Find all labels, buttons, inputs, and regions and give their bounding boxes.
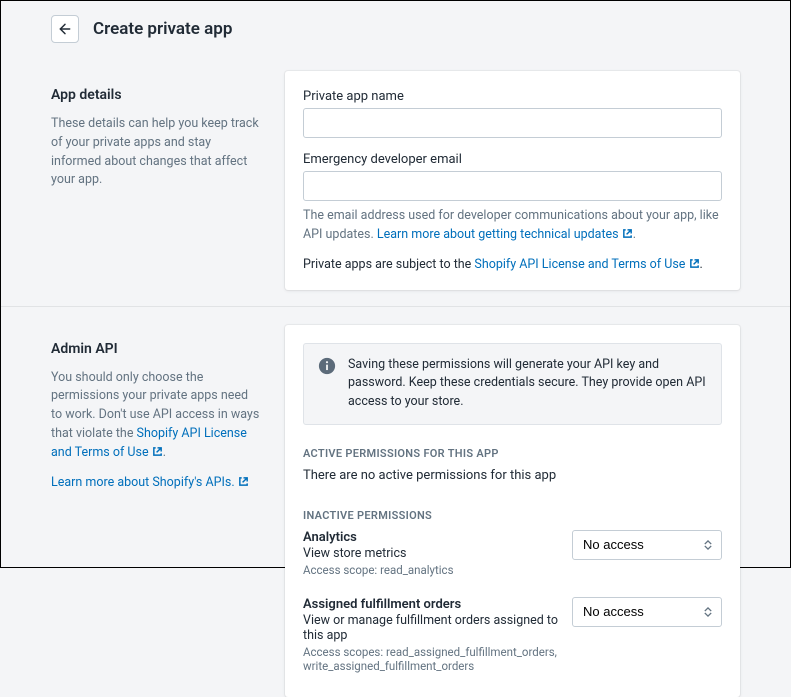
- section-admin-api: Admin API You should only choose the per…: [51, 325, 740, 697]
- arrow-left-icon: [57, 21, 73, 37]
- permission-desc: View or manage fulfillment orders assign…: [303, 613, 560, 643]
- inactive-permissions-heading: INACTIVE PERMISSIONS: [303, 509, 722, 522]
- active-permissions-empty: There are no active permissions for this…: [303, 468, 722, 483]
- permission-title: Assigned fulfillment orders: [303, 597, 560, 612]
- section-app-details-info: App details These details can help you k…: [51, 71, 261, 290]
- external-link-icon: [689, 258, 700, 269]
- permission-select-analytics[interactable]: No access: [572, 530, 722, 560]
- external-link-icon: [622, 227, 633, 238]
- permission-select-assigned-fulfillment[interactable]: No access: [572, 597, 722, 627]
- card-app-details: Private app name Emergency developer ema…: [285, 71, 740, 290]
- section-app-details: App details These details can help you k…: [51, 71, 740, 290]
- app-details-heading: App details: [51, 87, 261, 103]
- back-button[interactable]: [51, 15, 79, 43]
- page-header: Create private app: [51, 15, 740, 43]
- permissions-banner-text: Saving these permissions will generate y…: [348, 356, 707, 412]
- permission-row-assigned-fulfillment: Assigned fulfillment orders View or mana…: [303, 597, 722, 673]
- card-admin-api: Saving these permissions will generate y…: [285, 325, 740, 697]
- learn-shopify-apis-link[interactable]: Learn more about Shopify's APIs.: [51, 475, 249, 490]
- permission-desc: View store metrics: [303, 546, 560, 561]
- app-details-description: These details can help you keep track of…: [51, 115, 261, 190]
- learn-technical-updates-link[interactable]: Learn more about getting technical updat…: [377, 227, 633, 242]
- section-divider: [1, 306, 790, 307]
- section-admin-api-info: Admin API You should only choose the per…: [51, 325, 261, 697]
- permission-scope: Access scope: read_analytics: [303, 563, 560, 577]
- emergency-email-input[interactable]: [303, 171, 722, 201]
- private-app-name-label: Private app name: [303, 89, 722, 104]
- permission-scope: Access scopes: read_assigned_fulfillment…: [303, 645, 560, 673]
- permission-row-analytics: Analytics View store metrics Access scop…: [303, 530, 722, 577]
- permissions-banner: Saving these permissions will generate y…: [303, 343, 722, 425]
- shopify-api-license-link[interactable]: Shopify API License and Terms of Use: [474, 257, 699, 272]
- admin-api-heading: Admin API: [51, 341, 261, 357]
- emergency-email-label: Emergency developer email: [303, 152, 722, 167]
- page-title: Create private app: [93, 19, 232, 39]
- terms-prefix-text: Private apps are subject to the: [303, 257, 474, 272]
- active-permissions-heading: ACTIVE PERMISSIONS FOR THIS APP: [303, 447, 722, 460]
- external-link-icon: [238, 475, 249, 486]
- admin-api-description: You should only choose the permissions y…: [51, 369, 261, 463]
- emergency-email-help: The email address used for developer com…: [303, 207, 722, 245]
- private-apps-terms: Private apps are subject to the Shopify …: [303, 257, 722, 272]
- external-link-icon: [152, 445, 163, 456]
- private-app-name-input[interactable]: [303, 108, 722, 138]
- permission-title: Analytics: [303, 530, 560, 545]
- info-icon: [318, 357, 336, 375]
